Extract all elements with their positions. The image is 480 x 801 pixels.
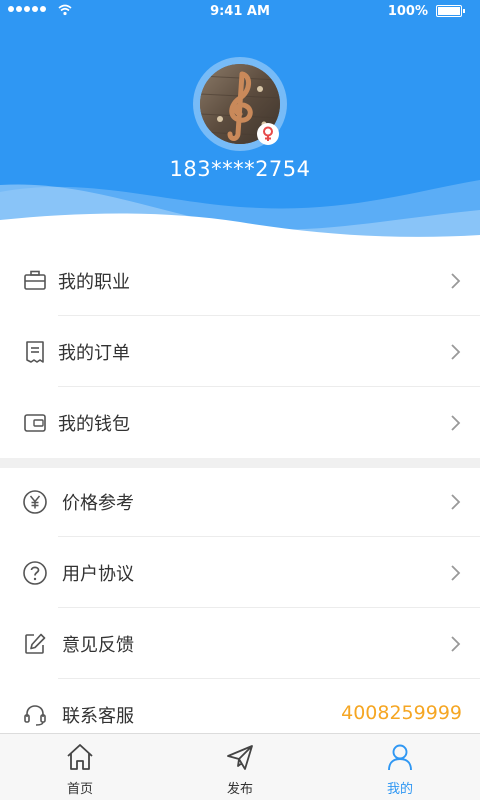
send-icon [227,745,253,770]
wallet-icon [24,414,46,432]
tab-mine[interactable]: 我的 [320,734,480,801]
menu-item-career[interactable]: 我的职业 [0,246,480,316]
divider [58,315,480,316]
divider [58,607,480,608]
question-icon [23,561,47,585]
menu-label: 联系客服 [62,706,134,727]
tab-label: 发布 [226,782,253,797]
briefcase-icon [24,270,46,290]
bottom-tab-bar: 首页 发布 我的 [0,733,480,800]
chevron-right-icon [451,494,461,510]
menu-item-orders[interactable]: 我的订单 [0,317,480,387]
menu-label: 意见反馈 [62,635,134,656]
tab-publish[interactable]: 发布 [160,734,320,801]
menu-item-price-reference[interactable]: 价格参考 [0,467,480,537]
chevron-right-icon [451,415,461,431]
menu-item-wallet[interactable]: 我的钱包 [0,388,480,458]
chevron-right-icon [451,344,461,360]
divider [58,536,480,537]
female-gender-icon [257,123,279,145]
divider [58,386,480,387]
headset-icon [24,705,46,726]
tab-label: 我的 [386,782,413,797]
yuan-icon [23,490,47,514]
avatar-ring[interactable] [193,57,287,151]
battery-icon [436,5,465,17]
home-icon [67,744,93,770]
user-phone: 183****2754 [169,157,311,181]
menu-label: 我的职业 [58,272,130,293]
receipt-icon [26,341,44,363]
battery-percent: 100% [387,4,428,19]
menu-label: 价格参考 [62,493,134,514]
service-hotline[interactable]: 4008259999 [341,702,462,724]
menu-item-user-agreement[interactable]: 用户协议 [0,538,480,608]
user-icon [388,744,412,771]
chevron-right-icon [451,565,461,581]
profile-header: 9:41 AM 100% 183****2754 [0,0,480,250]
edit-icon [25,633,46,654]
menu-label: 我的钱包 [58,414,130,435]
chevron-right-icon [451,273,461,289]
tab-label: 首页 [66,782,93,797]
menu-label: 用户协议 [62,564,134,585]
menu-item-feedback[interactable]: 意见反馈 [0,609,480,679]
tab-home[interactable]: 首页 [0,734,160,801]
divider [58,678,480,679]
menu-label: 我的订单 [58,343,130,364]
status-bar: 9:41 AM 100% [0,0,480,24]
chevron-right-icon [451,636,461,652]
